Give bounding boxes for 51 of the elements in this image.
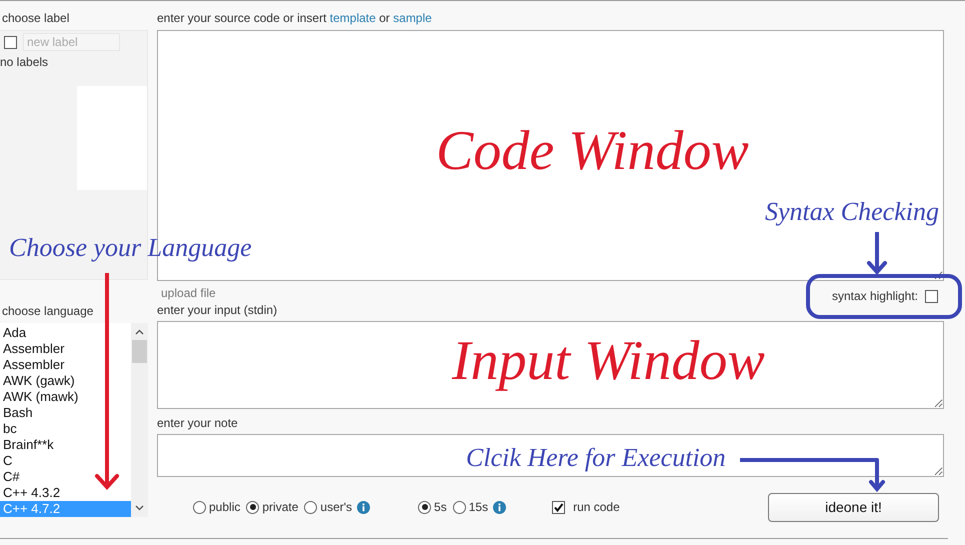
radio-label: private <box>262 500 298 514</box>
info-icon[interactable] <box>357 500 370 514</box>
label-checkbox[interactable] <box>4 36 17 48</box>
upload-file-link[interactable]: upload file <box>157 286 216 300</box>
language-item[interactable]: Brainf**k <box>0 437 131 453</box>
annotation-text: Choose your Language <box>9 235 252 261</box>
annotation-text: Code Window <box>436 123 749 179</box>
radio-button[interactable] <box>452 500 466 514</box>
source-code-prompt: enter your source code or insert template or sample <box>157 11 433 26</box>
scrollbar[interactable] <box>131 323 148 517</box>
radio-label: user's <box>320 500 352 514</box>
section-heading: choose language <box>1 304 94 319</box>
scroll-up-icon[interactable] <box>135 329 144 335</box>
language-item[interactable]: Ada <box>0 325 131 341</box>
run-code-label: run code <box>573 500 620 514</box>
radio-label: 5s <box>434 500 447 514</box>
language-item[interactable]: C++ 4.3.2 <box>0 485 131 501</box>
syntax-highlight-checkbox[interactable] <box>925 290 938 302</box>
section-heading: choose label <box>1 11 70 26</box>
language-item[interactable]: C <box>0 453 131 469</box>
section-heading: enter your input (stdin) <box>157 303 278 318</box>
annotation-text: Clcik Here for Execution <box>466 445 726 471</box>
syntax-highlight-label: syntax highlight: <box>832 289 918 303</box>
radio-button[interactable] <box>304 500 318 514</box>
language-item[interactable]: Assembler <box>0 357 131 373</box>
template-link[interactable]: template <box>330 11 376 25</box>
radio-button[interactable] <box>193 500 206 514</box>
language-item[interactable]: Assembler <box>0 341 131 357</box>
arrow <box>867 232 887 276</box>
radio-label: public <box>209 500 240 514</box>
language-item[interactable]: AWK (gawk) <box>0 373 131 389</box>
scroll-down-icon[interactable] <box>135 505 144 511</box>
note-field[interactable] <box>157 434 944 477</box>
sample-link[interactable]: sample <box>393 11 432 25</box>
language-item[interactable]: Bash <box>0 405 131 421</box>
run-code-checkbox[interactable] <box>552 500 566 514</box>
empty-labels-text: no labels <box>0 55 50 69</box>
annotation-text: Input Window <box>452 333 765 389</box>
language-item[interactable]: bc <box>0 421 131 437</box>
radio-button[interactable] <box>418 500 432 514</box>
radio-button[interactable] <box>246 500 260 514</box>
submit-button[interactable]: ideone it! <box>768 492 939 522</box>
new-label-field[interactable]: new label <box>23 33 120 51</box>
radio-label: 15s <box>468 500 488 514</box>
stdin-input-field[interactable] <box>157 321 944 409</box>
language-item[interactable]: AWK (mawk) <box>0 389 131 405</box>
language-item[interactable]: C# <box>0 469 131 485</box>
info-icon[interactable] <box>493 500 506 514</box>
section-heading: enter your note <box>157 416 239 431</box>
annotation-text: Syntax Checking <box>765 199 939 225</box>
scrollbar-thumb[interactable] <box>132 340 147 363</box>
